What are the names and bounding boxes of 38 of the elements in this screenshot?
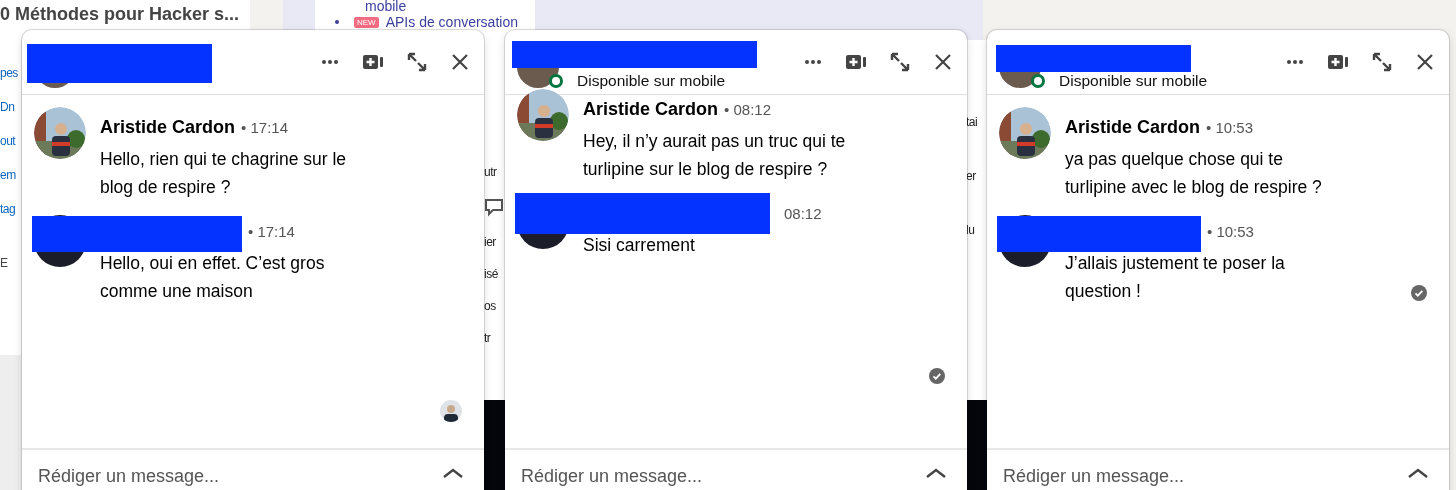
- text-fragment: lu: [966, 223, 976, 237]
- text-fragment: tag: [0, 202, 17, 216]
- text-fragment: os: [484, 299, 497, 313]
- message-text: Hey, il n’y aurait pas un truc qui te turlipine sur le blog de respire ?: [583, 130, 847, 181]
- message-time: • 08:12: [724, 100, 771, 118]
- text-fragment: tr: [484, 331, 492, 345]
- message-text: J’allais justement te poser la question !: [1065, 252, 1286, 303]
- card-link[interactable]: APIs de conversation: [385, 14, 518, 30]
- text-fragment: Dn: [0, 100, 16, 114]
- new-badge: NEW: [354, 16, 379, 28]
- message-text: Hello, rien qui te chagrine sur le blog de respire ?: [100, 148, 348, 199]
- message-time: • 17:14: [248, 222, 295, 240]
- text-fragment: E: [0, 256, 9, 270]
- sender-name: Aristide Cardon: [100, 116, 236, 138]
- message-time: • 10:53: [1207, 222, 1254, 240]
- message-input[interactable]: Rédiger un message...: [1003, 466, 1405, 487]
- message-text: Sisi carrement: [583, 234, 696, 257]
- text-fragment: utr: [484, 165, 498, 179]
- text-fragment: isé: [484, 267, 499, 281]
- text-fragment: em: [0, 168, 17, 182]
- text-fragment: pes: [0, 66, 19, 80]
- article-title[interactable]: 0 Méthodes pour Hacker s...: [0, 4, 240, 24]
- sender-name: Aristide Cardon: [583, 98, 719, 120]
- text-fragment: er: [966, 169, 977, 183]
- availability-status: Disponible sur mobile: [1059, 72, 1208, 89]
- message-time: • 10:53: [1206, 118, 1253, 136]
- text-fragment: ier: [484, 235, 497, 249]
- card-link[interactable]: mobile: [365, 0, 407, 14]
- message-time: • 17:14: [241, 118, 288, 136]
- message-input[interactable]: Rédiger un message...: [521, 466, 923, 487]
- sender-name: Aristide Cardon: [1065, 116, 1201, 138]
- message-input[interactable]: Rédiger un message...: [38, 466, 440, 487]
- message-text: ya pas quelque chose qui te turlipine avec le blog de respire ?: [1065, 148, 1323, 199]
- message-time: 08:12: [784, 204, 822, 222]
- text-fragment: out: [0, 134, 17, 148]
- availability-status: Disponible sur mobile: [577, 72, 726, 89]
- message-text: Hello, oui en effet. C’est gros comme une maison: [100, 252, 326, 303]
- text-fragment: tai: [966, 115, 979, 129]
